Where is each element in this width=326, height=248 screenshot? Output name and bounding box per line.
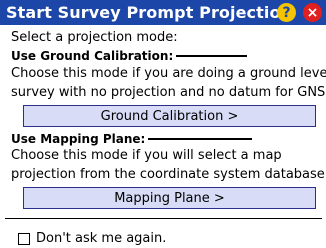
dont-ask-label[interactable]: Don't ask me again. — [36, 231, 166, 246]
help-icon[interactable]: ? — [277, 3, 296, 22]
close-symbol: × — [306, 4, 319, 21]
close-icon[interactable]: × — [303, 3, 322, 22]
heading-rule — [176, 55, 248, 57]
divider — [5, 218, 322, 219]
ground-calibration-desc-line1: Choose this mode if you are doing a grou… — [11, 66, 326, 81]
title-bar: Start Survey Prompt Projection ? × — [0, 0, 326, 25]
dialog-title: Start Survey Prompt Projection — [6, 3, 293, 22]
mapping-plane-desc-line2: projection from the coordinate system da… — [11, 167, 326, 182]
ground-calibration-heading-label: Use Ground Calibration: — [11, 49, 174, 63]
heading-rule — [148, 138, 253, 140]
ground-calibration-desc-line2: survey with no projection and no datum f… — [11, 85, 326, 100]
ground-calibration-heading: Use Ground Calibration: — [11, 49, 248, 63]
mapping-plane-heading: Use Mapping Plane: — [11, 132, 253, 146]
help-symbol: ? — [282, 4, 291, 21]
ground-calibration-button[interactable]: Ground Calibration > — [23, 105, 316, 127]
mapping-plane-desc-line1: Choose this mode if you will select a ma… — [11, 148, 282, 163]
mapping-plane-button[interactable]: Mapping Plane > — [23, 187, 316, 209]
ground-calibration-button-label: Ground Calibration > — [100, 108, 239, 124]
prompt-text: Select a projection mode: — [11, 30, 178, 45]
dialog-window: Start Survey Prompt Projection ? × Selec… — [0, 0, 326, 248]
dont-ask-checkbox[interactable] — [18, 233, 30, 245]
mapping-plane-button-label: Mapping Plane > — [114, 190, 225, 206]
mapping-plane-heading-label: Use Mapping Plane: — [11, 132, 146, 146]
